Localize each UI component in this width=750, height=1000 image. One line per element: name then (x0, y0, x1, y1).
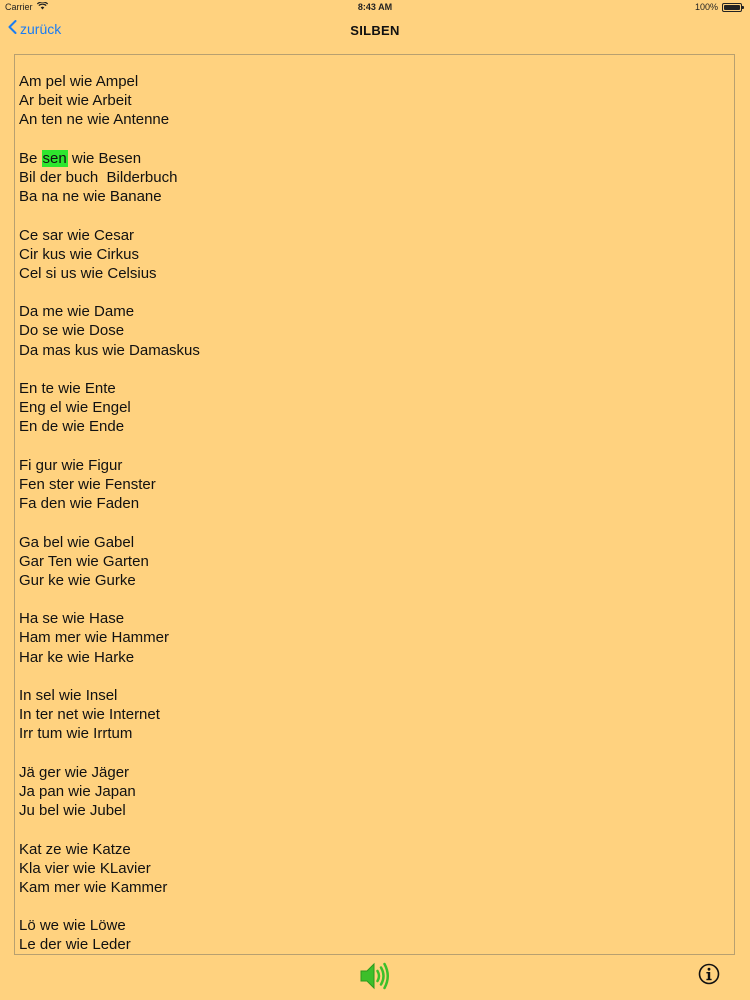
syllable-line: Ga bel wie Gabel (19, 533, 135, 551)
info-icon (698, 963, 720, 989)
syllable-line: Ba na ne wie Banane (19, 188, 162, 206)
page-title: SILBEN (350, 23, 400, 38)
bottom-toolbar (0, 956, 750, 1000)
syllable-line: Ce sar wie Cesar (19, 226, 135, 244)
syllable-line: In sel wie Insel (19, 687, 118, 704)
syllable-group: In sel wie Insel In ter net wie Internet I… (19, 686, 734, 744)
syllable-text-view[interactable]: Am pel wie Ampel Ar beit wie Arbeit An ten… (14, 54, 735, 955)
syllable-line: In ter net wie Internet (19, 706, 160, 724)
battery-percent: 100% (694, 2, 718, 12)
syllable-line: Da mas kus wie Damaskus (19, 341, 200, 359)
syllable-line: Fi gur wie Figur (19, 456, 123, 474)
syllable-line: En te wie Ente (19, 380, 116, 397)
syllable-group: En te wie Ente Eng el wie Engel En de wie … (19, 379, 734, 437)
syllable-group: Jä ger wie Jäger Ja pan wie Japan Ju bel w… (19, 763, 734, 821)
syllable-group: Am pel wie Ampel Ar beit wie Arbeit An ten… (19, 72, 734, 130)
syllable-line: Ja pan wie Japan (19, 782, 136, 800)
syllable-line: Am pel wie Ampel (19, 73, 139, 90)
syllable-line: Bil der buch Bilderbuch (19, 168, 178, 186)
syllable-line: Irr tum wie Irrtum (19, 725, 133, 743)
syllable-line: Eng el wie Engel (19, 399, 131, 417)
syllable-line: Kat ze wie Katze (19, 840, 131, 858)
speaker-button[interactable] (359, 961, 391, 996)
syllable-line: Gar Ten wie Garten (19, 552, 149, 570)
syllable-line: Lö we wie Löwe (19, 917, 126, 935)
syllable-group: Lö we wie Löwe Le der wie Leder (19, 916, 734, 954)
battery-icon (722, 2, 744, 12)
line-text-after: wie Besen (67, 149, 142, 167)
status-bar: Carrier 8:43 AM 100% (0, 0, 750, 14)
speaker-icon (359, 962, 391, 995)
syllable-line: Jä ger wie Jäger (19, 763, 130, 781)
syllable-group: Da me wie Dame Do se wie Dose Da mas kus w… (19, 302, 734, 360)
syllable-group: Fi gur wie Figur Fen ster wie Fenster Fa d… (19, 456, 734, 514)
syllable-group: Ha se wie Hase Ham mer wie Hammer Har ke w… (19, 609, 734, 667)
line-text-before: Be (19, 149, 42, 167)
syllable-group: Ga bel wie Gabel Gar Ten wie Garten Gur ke… (19, 533, 734, 591)
syllable-line: Fa den wie Faden (19, 495, 140, 513)
syllable-line: Ha se wie Hase (19, 610, 125, 628)
syllable-line: Ham mer wie Hammer (19, 629, 170, 647)
syllable-line: Cir kus wie Cirkus (19, 245, 140, 263)
syllable-line: Kla vier wie KLavier (19, 859, 151, 877)
syllable-group: Ce sar wie Cesar Cir kus wie Cirkus Cel si… (19, 226, 734, 284)
syllable-group: Kat ze wie Katze Kla vier wie KLavier Kam … (19, 840, 734, 898)
syllable-line: An ten ne wie Antenne (19, 111, 170, 129)
syllable-group: Be sen wie Besen Bil der buch Bilderbuch B… (19, 149, 734, 207)
syllable-line: Cel si us wie Celsius (19, 264, 157, 282)
syllable-line: Ju bel wie Jubel (19, 802, 126, 820)
highlighted-syllable: sen (41, 149, 68, 167)
battery-fill (724, 4, 740, 10)
navigation-bar: zurück SILBEN (0, 14, 750, 48)
status-time: 8:43 AM (357, 2, 393, 12)
syllable-line: Har ke wie Harke (19, 648, 135, 666)
syllable-line: Fen ster wie Fenster (19, 475, 156, 493)
info-button[interactable] (698, 963, 720, 990)
syllable-line: Da me wie Dame (19, 303, 135, 321)
status-right: 100% (694, 2, 744, 12)
syllable-line: Kam mer wie Kammer (19, 878, 168, 896)
syllable-line: Do se wie Dose (19, 322, 125, 340)
syllable-line: Ar beit wie Arbeit (19, 92, 132, 110)
syllable-line: Gur ke wie Gurke (19, 571, 136, 589)
syllable-line: En de wie Ende (19, 418, 125, 436)
syllable-line: Le der wie Leder (19, 936, 131, 954)
syllable-line: Be sen wie Besen (19, 149, 734, 168)
